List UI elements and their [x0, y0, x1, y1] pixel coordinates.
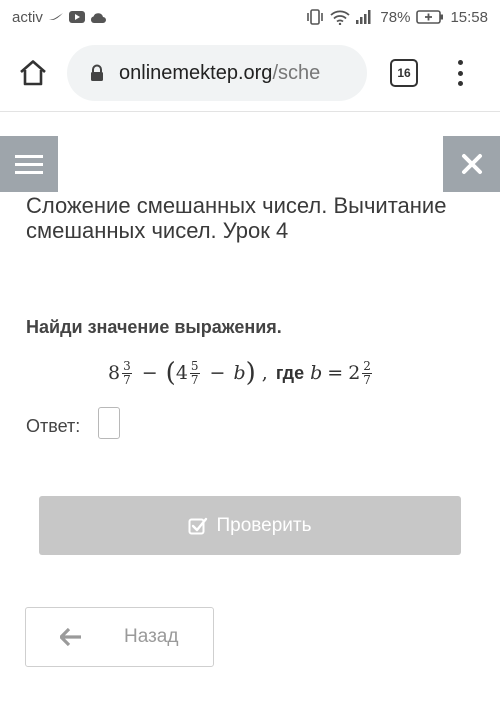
signal-icon [356, 10, 374, 24]
youtube-icon [68, 11, 85, 23]
status-bar: activ 78% 15:58 [0, 0, 500, 34]
tab-count: 16 [397, 66, 411, 80]
equals-sign: = [327, 362, 344, 384]
minus-sign: − [141, 362, 158, 384]
back-button-label: Назад [124, 626, 179, 647]
expr-whole-a: 8 [108, 362, 121, 384]
menu-dot-icon [457, 81, 463, 86]
url-text: onlinemektep.org/sche [119, 62, 320, 85]
battery-percent: 78% [380, 8, 411, 26]
fraction-a-numerator: 3 [122, 358, 132, 374]
clock-time: 15:58 [450, 8, 488, 26]
fraction-b-numerator: 5 [189, 358, 200, 374]
answer-input[interactable] [98, 407, 120, 439]
where-word: где [275, 362, 305, 383]
wifi-icon [330, 10, 351, 25]
page-content: Сложение смешанных чисел. Вычитание смеш… [0, 113, 500, 727]
variable-b: b [233, 362, 246, 384]
fraction-b-denominator: 7 [190, 372, 199, 387]
close-paren: ) [245, 358, 256, 388]
task-prompt: Найди значение выражения. [26, 317, 282, 337]
fraction-a: 3 7 [122, 358, 132, 387]
fraction-b: 5 7 [189, 358, 200, 387]
check-button[interactable]: Проверить [39, 496, 461, 555]
menu-dot-icon [457, 70, 463, 76]
fraction-c-denominator: 7 [363, 372, 371, 387]
menu-dot-icon [457, 60, 463, 65]
carrier-name: activ [12, 8, 43, 26]
arrow-left-icon [60, 628, 82, 646]
cloud-icon [90, 12, 106, 23]
tab-switcher-button[interactable]: 16 [390, 59, 418, 87]
hamburger-line-icon [15, 170, 43, 174]
hamburger-line-icon [15, 154, 43, 158]
url-bar[interactable]: onlinemektep.org/sche [67, 45, 367, 101]
minus-sign: − [209, 362, 226, 384]
back-button[interactable]: Назад [25, 607, 214, 667]
browser-menu-button[interactable] [448, 56, 472, 90]
expr-whole-c: 2 [348, 362, 361, 384]
browser-toolbar: onlinemektep.org/sche 16 [0, 34, 500, 112]
fraction-c-numerator: 2 [362, 358, 372, 374]
home-button[interactable] [14, 54, 52, 92]
lesson-title: Сложение смешанных чисел. Вычитание смеш… [26, 193, 447, 243]
battery-charging-icon [416, 10, 444, 24]
sidebar-menu-button[interactable] [0, 136, 58, 192]
close-button[interactable] [443, 136, 500, 192]
expr-whole-b: 4 [175, 362, 188, 384]
fraction-c: 2 7 [362, 358, 372, 387]
url-domain: onlinemektep.org [119, 61, 273, 84]
hamburger-line-icon [15, 162, 43, 166]
open-paren: ( [165, 358, 176, 388]
status-right: 78% 15:58 [306, 8, 488, 26]
nike-app-icon [48, 12, 64, 22]
answer-label: Ответ: [26, 416, 81, 436]
vibrate-icon [306, 9, 324, 25]
url-path: /sche [272, 61, 321, 84]
math-expression: 8 3 7 − ( 4 5 7 − b ) , где b = 2 2 7 [108, 353, 374, 393]
fraction-a-denominator: 7 [123, 372, 131, 387]
status-left: activ [12, 8, 106, 26]
variable-b: b [310, 362, 323, 384]
home-icon [20, 60, 46, 86]
close-icon [461, 154, 482, 174]
lock-icon [87, 63, 107, 83]
check-square-icon [188, 517, 208, 534]
check-button-label: Проверить [216, 514, 312, 536]
comma: , [261, 362, 268, 384]
